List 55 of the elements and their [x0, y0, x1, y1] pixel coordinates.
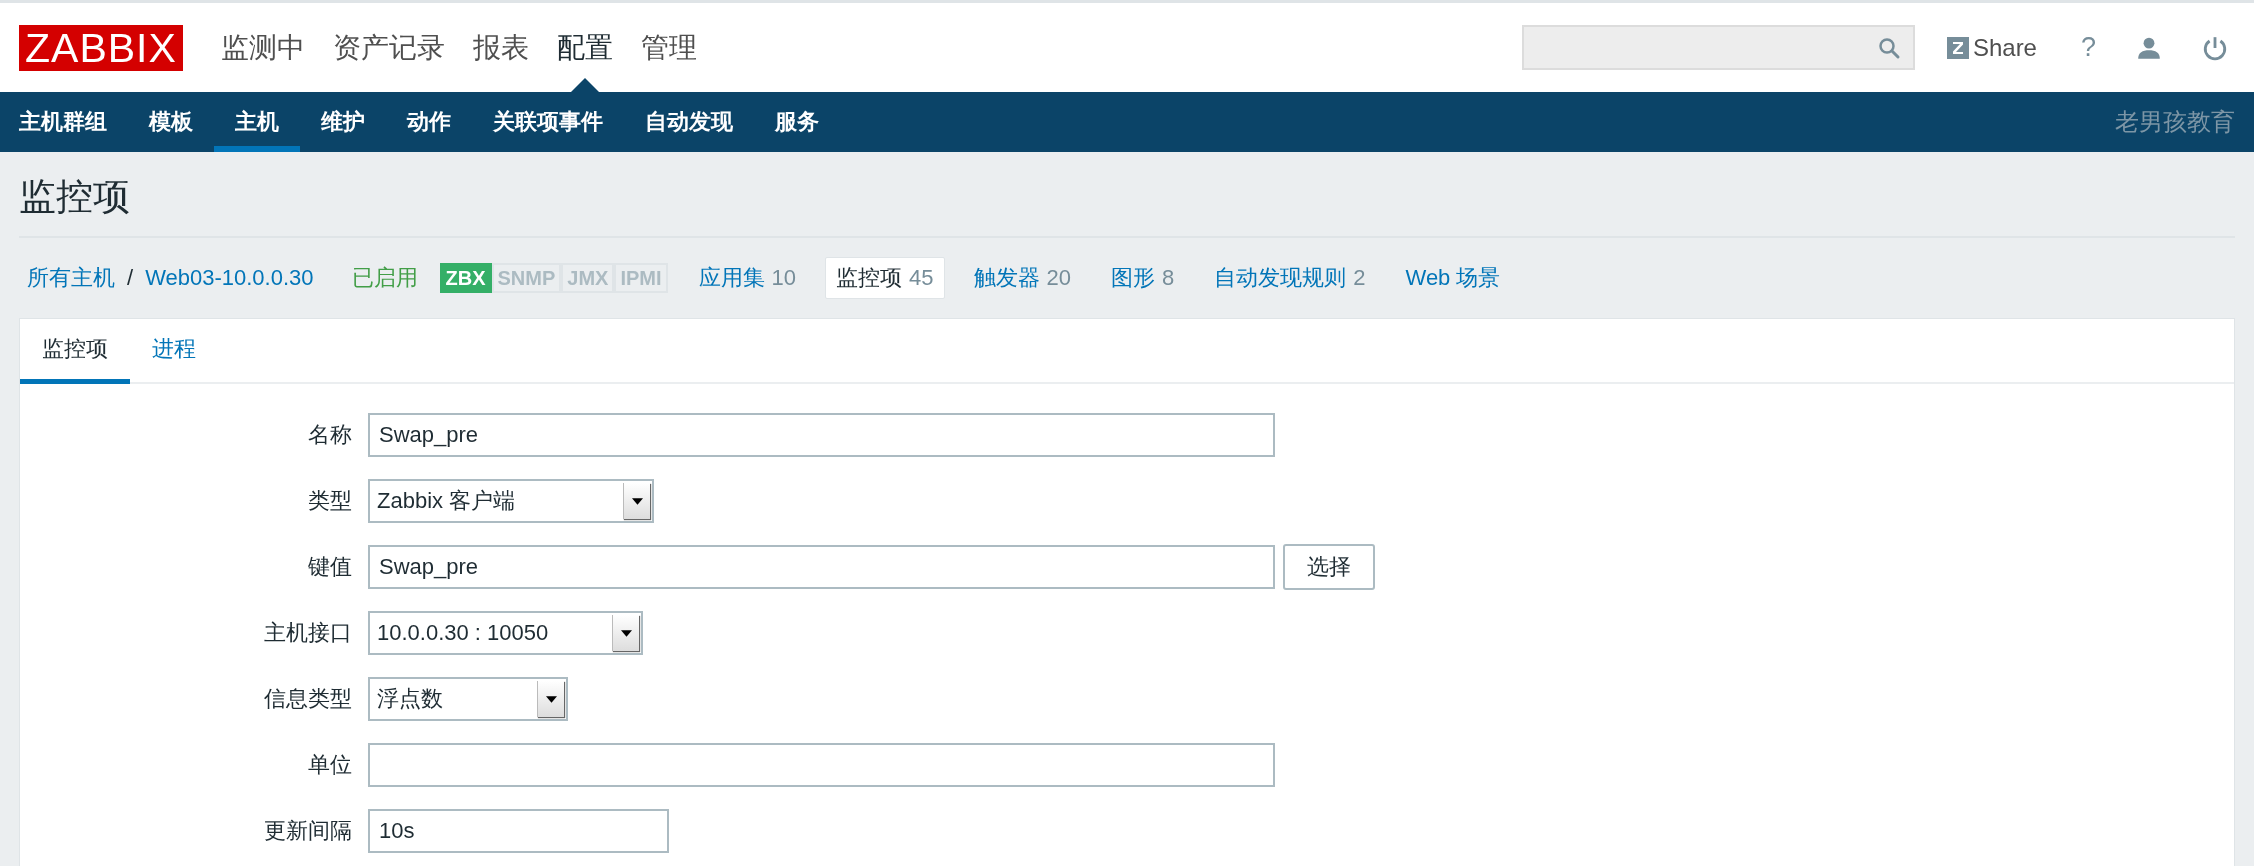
sub-menu-item[interactable]: 自动发现 [624, 92, 754, 152]
select-field[interactable]: 10.0.0.30 : 10050 [368, 611, 643, 655]
select-button[interactable]: 选择 [1283, 544, 1375, 590]
field-label: 类型 [307, 487, 353, 515]
field-label: 更新间隔 [263, 817, 353, 845]
host-nav-link[interactable]: 应用集 10 [687, 257, 808, 299]
field-label: 键值 [307, 553, 353, 581]
main-menu-item[interactable]: 资产记录 [318, 3, 459, 92]
field-label: 主机接口 [263, 619, 353, 647]
sub-menu-item[interactable]: 主机 [214, 92, 300, 152]
sub-menu-item[interactable]: 服务 [754, 92, 840, 152]
breadcrumb-link[interactable]: Web03-10.0.0.30 [137, 265, 322, 291]
dropdown-arrow-icon [545, 695, 557, 703]
main-menu-item[interactable]: 管理 [626, 3, 711, 92]
search-field[interactable] [1521, 25, 1915, 70]
host-nav-link[interactable]: 图形 8 [1100, 257, 1186, 299]
availability-badge: SNMP [491, 263, 562, 293]
dropdown-arrow-icon [631, 497, 643, 505]
z-logo-icon [1946, 36, 1969, 59]
sub-menu-item[interactable]: 模板 [128, 92, 214, 152]
availability-badge: IPMI [614, 263, 668, 293]
host-nav-link[interactable]: 自动发现规则 2 [1203, 257, 1377, 299]
text-field[interactable]: 10s [368, 809, 669, 853]
availability-badge: JMX [561, 263, 615, 293]
host-nav-link[interactable]: 监控项 45 [825, 257, 945, 299]
main-menu-item[interactable]: 配置 [542, 3, 627, 92]
page-title: 监控项 [19, 152, 2235, 238]
search-icon[interactable] [1876, 35, 1901, 60]
share-link[interactable]: Share [1946, 33, 2037, 62]
sub-menu-item[interactable]: 主机群组 [19, 92, 128, 152]
select-field[interactable]: Zabbix 客户端 [368, 479, 654, 523]
dropdown-arrow-icon [620, 629, 632, 637]
sub-menu-item[interactable]: 动作 [386, 92, 472, 152]
power-icon[interactable] [2202, 34, 2228, 61]
main-menu-item[interactable]: 监测中 [206, 3, 319, 92]
text-field[interactable]: Swap_pre [368, 545, 1275, 589]
text-field[interactable] [368, 743, 1275, 787]
availability-badge: ZBX [439, 263, 492, 293]
breadcrumb-link[interactable]: 所有主机 [19, 263, 123, 293]
logo[interactable]: ZABBIX [19, 24, 183, 71]
host-nav-link[interactable]: Web 场景 [1394, 257, 1512, 299]
text-field[interactable]: Swap_pre [368, 413, 1275, 457]
sub-menu-item[interactable]: 关联项事件 [472, 92, 624, 152]
select-field[interactable]: 浮点数 [368, 677, 568, 721]
host-status: 已启用 [351, 264, 418, 292]
form-tab[interactable]: 监控项 [20, 319, 130, 384]
sub-menu-item[interactable]: 维护 [300, 92, 386, 152]
breadcrumb-separator: / [126, 265, 135, 291]
main-menu-item[interactable]: 报表 [458, 3, 543, 92]
brand-text: 老男孩教育 [2115, 107, 2235, 137]
field-label: 名称 [307, 421, 353, 449]
form-tab[interactable]: 进程 [130, 319, 218, 384]
field-label: 信息类型 [263, 685, 353, 713]
field-label: 单位 [307, 751, 353, 779]
host-nav-link[interactable]: 触发器 20 [962, 257, 1082, 299]
